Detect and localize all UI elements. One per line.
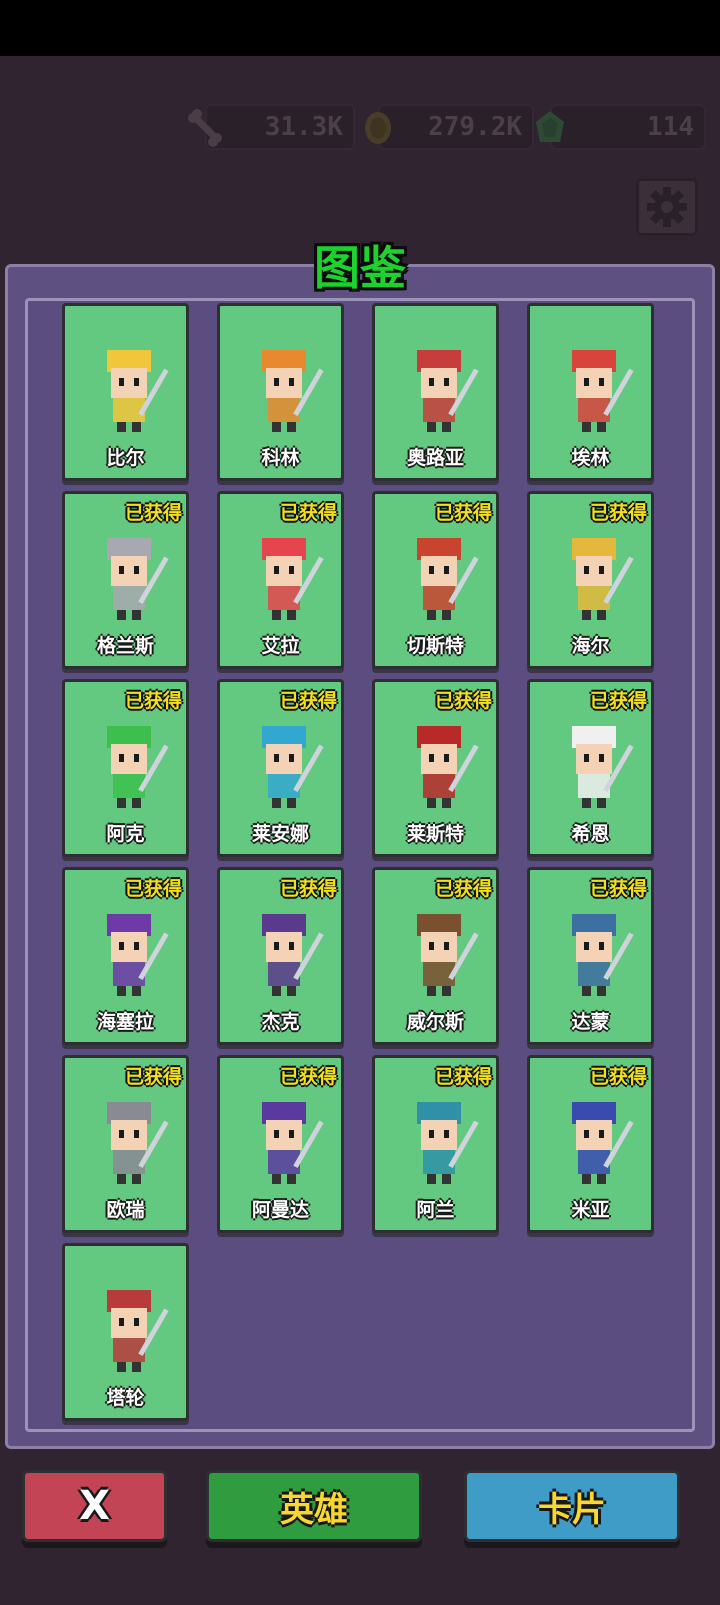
hero-name: 欧瑞	[106, 1199, 145, 1221]
owned-badge: 已获得	[434, 878, 492, 900]
hero-portrait-icon	[262, 914, 324, 996]
owned-badge: 已获得	[434, 1066, 492, 1088]
hero-card[interactable]: 塔轮	[62, 1243, 189, 1421]
page-title: 图鉴	[314, 241, 406, 295]
hero-card[interactable]: 已获得莱斯特	[372, 679, 499, 857]
bone-icon	[188, 109, 222, 147]
hero-card[interactable]: 已获得米亚	[527, 1055, 654, 1233]
hero-portrait-icon	[572, 350, 634, 432]
hero-card[interactable]: 已获得威尔斯	[372, 867, 499, 1045]
hero-card[interactable]: 已获得海尔	[527, 491, 654, 669]
coin-amount: 279.2K	[428, 112, 522, 142]
hero-portrait-icon	[417, 538, 479, 620]
tab-heroes[interactable]: 英雄	[206, 1470, 422, 1542]
hero-name: 莱安娜	[251, 823, 309, 845]
coin-counter: 279.2K	[365, 104, 534, 150]
owned-badge: 已获得	[124, 502, 182, 524]
hero-name: 阿兰	[416, 1199, 455, 1221]
hero-portrait-icon	[417, 914, 479, 996]
hero-name: 埃林	[571, 447, 610, 469]
hero-name: 格兰斯	[96, 635, 154, 657]
hero-card[interactable]: 已获得阿克	[62, 679, 189, 857]
hero-name: 科林	[261, 447, 300, 469]
hero-portrait-icon	[107, 726, 169, 808]
hero-portrait-icon	[262, 1102, 324, 1184]
hero-card[interactable]: 埃林	[527, 303, 654, 481]
gem-icon	[536, 111, 564, 142]
bone-counter: 31.3K	[188, 104, 355, 150]
hero-card[interactable]: 已获得格兰斯	[62, 491, 189, 669]
hero-portrait-icon	[107, 1290, 169, 1372]
hero-card[interactable]: 科林	[217, 303, 344, 481]
hero-card[interactable]: 已获得希恩	[527, 679, 654, 857]
hero-name: 切斯特	[406, 635, 464, 657]
owned-badge: 已获得	[279, 1066, 337, 1088]
tab-cards[interactable]: 卡片	[464, 1470, 680, 1542]
hero-portrait-icon	[107, 538, 169, 620]
hero-name: 米亚	[571, 1199, 610, 1221]
hero-name: 艾拉	[261, 635, 300, 657]
hero-card[interactable]: 比尔	[62, 303, 189, 481]
hero-portrait-icon	[417, 1102, 479, 1184]
hero-name: 威尔斯	[406, 1011, 464, 1033]
gear-icon	[647, 187, 687, 227]
hero-card[interactable]: 已获得阿曼达	[217, 1055, 344, 1233]
owned-badge: 已获得	[124, 878, 182, 900]
hero-portrait-icon	[107, 350, 169, 432]
owned-badge: 已获得	[589, 1066, 647, 1088]
close-button[interactable]: X	[22, 1470, 167, 1542]
hero-name: 莱斯特	[406, 823, 464, 845]
hero-card[interactable]: 已获得莱安娜	[217, 679, 344, 857]
hero-card[interactable]: 奥路亚	[372, 303, 499, 481]
hero-portrait-icon	[417, 726, 479, 808]
owned-badge: 已获得	[589, 502, 647, 524]
hero-name: 达蒙	[571, 1011, 610, 1033]
hero-portrait-icon	[417, 350, 479, 432]
owned-badge: 已获得	[434, 690, 492, 712]
hero-card[interactable]: 已获得杰克	[217, 867, 344, 1045]
owned-badge: 已获得	[279, 502, 337, 524]
hero-name: 阿曼达	[251, 1199, 309, 1221]
hero-list[interactable]: 比尔 科林 奥路亚 埃林 已获得 格兰斯 已获得 艾拉 已获得 切斯特 已获得 海尔 已获得 阿克 已获得莱…	[25, 298, 695, 1432]
hero-name: 杰克	[261, 1011, 300, 1033]
owned-badge: 已获得	[279, 878, 337, 900]
coin-icon	[365, 112, 391, 144]
hero-portrait-icon	[107, 914, 169, 996]
hero-card[interactable]: 已获得阿兰	[372, 1055, 499, 1233]
hero-name: 海尔	[571, 635, 610, 657]
owned-badge: 已获得	[124, 690, 182, 712]
hero-name: 海塞拉	[96, 1011, 154, 1033]
status-bar	[0, 0, 720, 56]
hero-portrait-icon	[262, 538, 324, 620]
hero-name: 阿克	[106, 823, 145, 845]
hero-card[interactable]: 已获得切斯特	[372, 491, 499, 669]
hero-portrait-icon	[572, 914, 634, 996]
hero-portrait-icon	[262, 350, 324, 432]
hero-card[interactable]: 已获得海塞拉	[62, 867, 189, 1045]
owned-badge: 已获得	[279, 690, 337, 712]
hero-portrait-icon	[572, 538, 634, 620]
hero-portrait-icon	[262, 726, 324, 808]
owned-badge: 已获得	[434, 502, 492, 524]
owned-badge: 已获得	[124, 1066, 182, 1088]
bone-amount: 31.3K	[264, 112, 343, 142]
hero-portrait-icon	[572, 1102, 634, 1184]
hero-card[interactable]: 已获得艾拉	[217, 491, 344, 669]
hero-name: 希恩	[571, 823, 610, 845]
hero-name: 塔轮	[106, 1387, 145, 1409]
gem-amount: 114	[647, 112, 694, 142]
hero-card[interactable]: 已获得欧瑞	[62, 1055, 189, 1233]
owned-badge: 已获得	[589, 878, 647, 900]
hero-name: 比尔	[106, 447, 145, 469]
gem-counter: 114	[536, 104, 706, 150]
hero-portrait-icon	[572, 726, 634, 808]
hero-portrait-icon	[107, 1102, 169, 1184]
hero-card[interactable]: 已获得达蒙	[527, 867, 654, 1045]
hero-name: 奥路亚	[406, 447, 464, 469]
settings-button[interactable]	[636, 178, 698, 236]
owned-badge: 已获得	[589, 690, 647, 712]
